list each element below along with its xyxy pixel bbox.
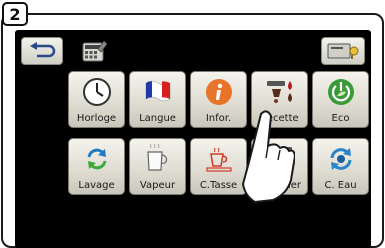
tile-label: Recette [260, 113, 299, 124]
tile-ceau[interactable]: C. Eau [312, 138, 369, 195]
back-arrow-icon [30, 42, 56, 58]
tile-infor[interactable]: Infor. [190, 71, 247, 128]
tile-label: Eco [331, 113, 350, 124]
tile-label: Horloge [76, 113, 117, 124]
refresh-icon [87, 148, 106, 170]
tile-ctasse[interactable]: C.Tasse [190, 138, 247, 195]
tile-lavage[interactable]: Lavage [68, 138, 125, 195]
info-icon [205, 79, 232, 105]
flag-icon [145, 80, 170, 102]
card-key-icon [327, 43, 359, 59]
tile-langue[interactable]: Langue [129, 71, 186, 128]
tile-vapeur[interactable]: Vapeur [129, 138, 186, 195]
tile-label: Vapeur [139, 180, 176, 191]
tile-label: C.Tasse [199, 180, 238, 191]
tile-label: Lavage [78, 180, 115, 191]
tile-horloge[interactable]: Horloge [68, 71, 125, 128]
touch-screen: Horloge Langue Infor. Recette Eco Lavage… [15, 30, 371, 248]
tile-label: Langue [139, 113, 176, 124]
tile-boiler[interactable]: Boiler [251, 138, 308, 195]
tile-label: Infor. [205, 113, 232, 124]
step-number: 2 [9, 4, 21, 24]
tile-recette[interactable]: Recette [251, 71, 308, 128]
step-badge: 2 [2, 2, 28, 26]
calculator-wrench-icon [82, 40, 108, 62]
tile-label: Boiler [272, 180, 301, 191]
cup-drops-icon [266, 81, 292, 103]
back-button[interactable] [21, 37, 63, 65]
card-key-button[interactable] [321, 37, 365, 65]
settings-button[interactable] [78, 37, 114, 65]
cup-heater-icon [205, 147, 232, 172]
tile-eco[interactable]: Eco [312, 71, 369, 128]
milk-jug-icon [146, 144, 167, 171]
water-cycle-icon [330, 148, 351, 170]
power-leaf-icon [327, 79, 354, 105]
boiler-drip-icon [267, 147, 292, 166]
tile-label: C. Eau [324, 180, 357, 191]
clock-icon [82, 78, 111, 106]
